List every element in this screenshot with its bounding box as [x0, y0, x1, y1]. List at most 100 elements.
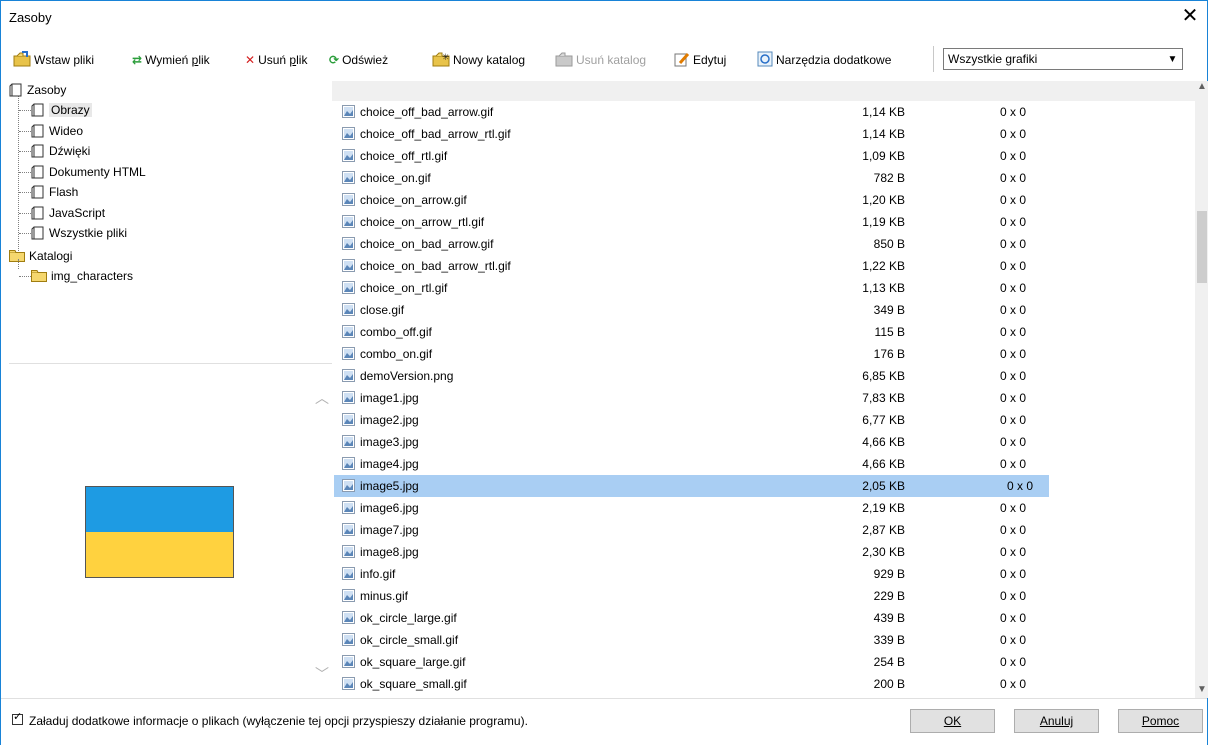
tools-button[interactable]: Narzędzia dodatkowe: [757, 51, 891, 69]
image-file-icon: [342, 303, 355, 316]
cancel-button[interactable]: Anuluj: [1014, 709, 1099, 733]
image-file-icon: [342, 567, 355, 580]
delete-folder-button[interactable]: Usuń katalog: [555, 51, 646, 69]
file-row[interactable]: choice_off_rtl.gif 1,09 KB 0 x 0: [332, 145, 1195, 167]
image-file-icon: [342, 391, 355, 404]
close-icon[interactable]: ✕: [1179, 6, 1201, 28]
file-row[interactable]: ok_circle_small.gif 339 B 0 x 0: [332, 629, 1195, 651]
file-row[interactable]: ok_square_large.gif 254 B 0 x 0: [332, 651, 1195, 673]
file-name: choice_on.gif: [360, 171, 431, 185]
page-icon: [31, 103, 45, 117]
file-row[interactable]: image8.jpg 2,30 KB 0 x 0: [332, 541, 1195, 563]
refresh-button[interactable]: ⟳ Odśwież: [329, 51, 388, 69]
page-icon: [9, 83, 23, 97]
file-row[interactable]: image5.jpg 2,05 KB 0 x 0: [332, 475, 1195, 497]
file-row[interactable]: choice_on_bad_arrow.gif 850 B 0 x 0: [332, 233, 1195, 255]
file-row[interactable]: choice_on_arrow_rtl.gif 1,19 KB 0 x 0: [332, 211, 1195, 233]
file-size: 254 B: [873, 655, 905, 669]
vertical-scrollbar[interactable]: ▲ ▼: [1195, 81, 1208, 698]
checkmark-icon: ✓: [13, 711, 23, 723]
file-name: ok_square_small.gif: [360, 677, 467, 691]
tree-node-obrazy[interactable]: Obrazy: [31, 101, 92, 119]
new-folder-button[interactable]: ✳ Nowy katalog: [432, 51, 525, 69]
tree-node-javascript[interactable]: JavaScript: [31, 204, 105, 222]
file-dimensions: 0 x 0: [1000, 259, 1027, 273]
file-dimensions: 0 x 0: [1000, 127, 1027, 141]
tree-node-img-characters[interactable]: img_characters: [31, 267, 133, 285]
file-size: 1,19 KB: [862, 215, 905, 229]
file-row[interactable]: image2.jpg 6,77 KB 0 x 0: [332, 409, 1195, 431]
edit-button[interactable]: Edytuj: [674, 51, 726, 69]
file-dimensions: 0 x 0: [1000, 171, 1027, 185]
image-file-icon: [342, 237, 355, 250]
tree-node-dokumenty-html[interactable]: Dokumenty HTML: [31, 163, 146, 181]
file-size: 929 B: [873, 567, 905, 581]
scroll-up-icon[interactable]: ▲: [1197, 81, 1207, 92]
replace-icon: ⇄: [132, 53, 143, 67]
file-row[interactable]: image1.jpg 7,83 KB 0 x 0: [332, 387, 1195, 409]
ok-button[interactable]: OK: [910, 709, 995, 733]
image-file-icon: [342, 611, 355, 624]
file-name: image4.jpg: [360, 457, 419, 471]
file-row[interactable]: close.gif 349 B 0 x 0: [332, 299, 1195, 321]
file-dimensions: 0 x 0: [1000, 391, 1027, 405]
file-dimensions: 0 x 0: [1000, 149, 1027, 163]
file-row[interactable]: combo_off.gif 115 B 0 x 0: [332, 321, 1195, 343]
file-row[interactable]: demoVersion.png 6,85 KB 0 x 0: [332, 365, 1195, 387]
load-info-checkbox[interactable]: ✓: [12, 711, 23, 725]
file-row[interactable]: ok_square_small.gif 200 B 0 x 0: [332, 673, 1195, 695]
image-file-icon: [342, 457, 355, 470]
file-dimensions: 0 x 0: [1000, 347, 1027, 361]
file-row[interactable]: info.gif 929 B 0 x 0: [332, 563, 1195, 585]
file-row[interactable]: image6.jpg 2,19 KB 0 x 0: [332, 497, 1195, 519]
file-dimensions: 0 x 0: [1000, 589, 1027, 603]
load-info-label: Załaduj dodatkowe informacje o plikach (…: [29, 714, 528, 728]
image-file-icon: [342, 479, 355, 492]
chevron-down-icon[interactable]: ▼: [1163, 50, 1181, 68]
file-row[interactable]: image4.jpg 4,66 KB 0 x 0: [332, 453, 1195, 475]
file-size: 6,77 KB: [862, 413, 905, 427]
tree-node-wszystkie-pliki[interactable]: Wszystkie pliki: [31, 224, 127, 242]
delete-icon: ✕: [245, 53, 256, 67]
file-size: 229 B: [873, 589, 905, 603]
file-name: info.gif: [360, 567, 396, 581]
scroll-down-icon[interactable]: ▼: [1197, 684, 1207, 695]
file-row[interactable]: choice_on_arrow.gif 1,20 KB 0 x 0: [332, 189, 1195, 211]
file-row[interactable]: choice_on_rtl.gif 1,13 KB 0 x 0: [332, 277, 1195, 299]
file-size: 7,83 KB: [862, 391, 905, 405]
chevron-down-icon[interactable]: ﹀: [315, 664, 329, 684]
resources-dialog: Zasoby ✕ Wstaw pliki ⇄ Wymień plik ✕ Usu…: [0, 0, 1208, 745]
selection-highlight: [334, 475, 1049, 497]
help-button[interactable]: Pomoc: [1118, 709, 1203, 733]
insert-files-button[interactable]: Wstaw pliki: [13, 50, 94, 69]
tree-node-wideo[interactable]: Wideo: [31, 122, 83, 140]
chevron-up-icon[interactable]: ︿: [315, 388, 329, 408]
scroll-thumb[interactable]: [1197, 211, 1207, 283]
tree-node-dźwięki[interactable]: Dźwięki: [31, 142, 90, 160]
tree-node-flash[interactable]: Flash: [31, 183, 78, 201]
file-row[interactable]: image3.jpg 4,66 KB 0 x 0: [332, 431, 1195, 453]
delete-file-button[interactable]: ✕ Usuń plik: [245, 51, 307, 69]
file-size: 1,09 KB: [862, 149, 905, 163]
image-file-icon: [342, 655, 355, 668]
file-row[interactable]: choice_on_bad_arrow_rtl.gif 1,22 KB 0 x 0: [332, 255, 1195, 277]
file-dimensions: 0 x 0: [1000, 369, 1027, 383]
file-size: 349 B: [873, 303, 905, 317]
file-name: choice_off_rtl.gif: [360, 149, 448, 163]
file-row[interactable]: minus.gif 229 B 0 x 0: [332, 585, 1195, 607]
file-row[interactable]: choice_off_bad_arrow.gif 1,14 KB 0 x 0: [332, 101, 1195, 123]
file-row[interactable]: ok_circle_large.gif 439 B 0 x 0: [332, 607, 1195, 629]
new-folder-icon: ✳: [432, 51, 450, 70]
file-size: 2,05 KB: [862, 479, 905, 493]
file-dimensions: 0 x 0: [1000, 413, 1027, 427]
tree-node-zasoby[interactable]: Zasoby: [9, 81, 66, 99]
file-row[interactable]: choice_on.gif 782 B 0 x 0: [332, 167, 1195, 189]
replace-file-button[interactable]: ⇄ Wymień plik: [132, 51, 210, 69]
file-row[interactable]: combo_on.gif 176 B 0 x 0: [332, 343, 1195, 365]
file-row[interactable]: image7.jpg 2,87 KB 0 x 0: [332, 519, 1195, 541]
file-dimensions: 0 x 0: [1000, 501, 1027, 515]
filter-dropdown[interactable]: Wszystkie grafiki ▼: [943, 48, 1183, 70]
flag-blue-stripe: [86, 487, 233, 532]
file-name: choice_off_bad_arrow_rtl.gif: [360, 127, 511, 141]
file-row[interactable]: choice_off_bad_arrow_rtl.gif 1,14 KB 0 x 0: [332, 123, 1195, 145]
